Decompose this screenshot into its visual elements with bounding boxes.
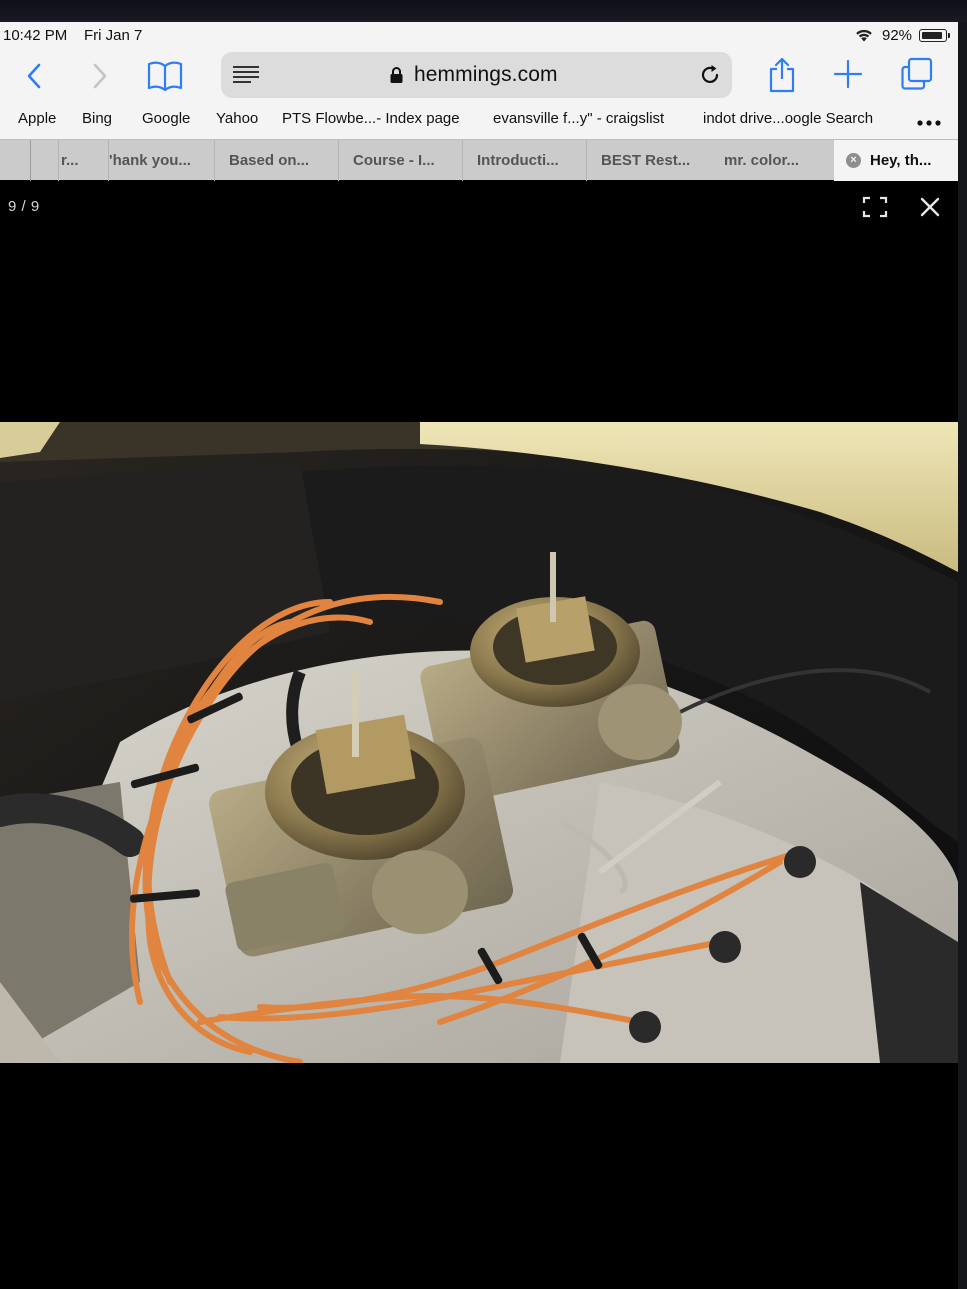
status-date: Fri Jan 7 (84, 27, 143, 44)
battery-icon (919, 29, 950, 42)
tab-4-label: Course - I... (353, 152, 435, 169)
address-bar[interactable]: hemmings.com (221, 52, 732, 98)
device-right-edge (958, 22, 967, 1289)
battery-fill (921, 31, 942, 39)
tab-2-label: 'hank you... (109, 152, 191, 169)
browser-toolbar: hemmings.com (0, 50, 958, 104)
favorite-indot-search[interactable]: indot drive...oogle Search (703, 110, 873, 127)
tab-8-active[interactable]: × Hey, th... (834, 140, 958, 181)
wifi-icon (856, 29, 872, 42)
favorite-google[interactable]: Google (142, 110, 190, 127)
forward-button[interactable] (86, 60, 114, 92)
tab-4[interactable]: Course - I... (338, 140, 462, 181)
ipad-screen: 10:42 PM Fri Jan 7 92% hemmings.com Appl… (0, 22, 958, 1289)
favorite-pts-flowbench[interactable]: PTS Flowbe...- Index page (282, 110, 460, 127)
url-text: hemmings.com (414, 63, 558, 86)
favorite-yahoo[interactable]: Yahoo (216, 110, 258, 127)
tab-5[interactable]: Introducti... (462, 140, 586, 181)
lock-icon (390, 67, 403, 83)
status-bar: 10:42 PM Fri Jan 7 92% (0, 22, 958, 48)
back-button[interactable] (20, 60, 48, 92)
safari-chrome: 10:42 PM Fri Jan 7 92% hemmings.com Appl… (0, 22, 958, 181)
tab-3-label: Based on... (229, 152, 310, 169)
battery-nub (948, 33, 950, 38)
tab-8-label: Hey, th... (870, 152, 932, 169)
plus-icon (833, 59, 863, 89)
tab-stack-edge[interactable] (0, 140, 30, 181)
reload-icon[interactable] (699, 64, 721, 86)
ellipsis-icon[interactable] (917, 120, 941, 126)
tab-3[interactable]: Based on... (214, 140, 338, 181)
tab-6-label: BEST Rest... (601, 152, 691, 169)
chevron-right-icon (93, 63, 107, 89)
reader-mode-icon[interactable] (233, 65, 259, 85)
favorite-apple[interactable]: Apple (18, 110, 56, 127)
tab-5-label: Introducti... (477, 152, 559, 169)
tabs-overview-button[interactable] (898, 55, 936, 93)
tab-7[interactable]: mr. color... (710, 140, 834, 181)
tab-2[interactable]: 'hank you... (108, 140, 214, 181)
battery-percent: 92% (882, 27, 913, 44)
status-time: 10:42 PM (3, 27, 68, 44)
tab-6[interactable]: BEST Rest... (586, 140, 710, 181)
share-icon (769, 57, 795, 93)
favorite-bing[interactable]: Bing (82, 110, 112, 127)
tab-7-label: mr. color... (724, 152, 800, 169)
image-counter: 9 / 9 (8, 198, 40, 215)
fullscreen-icon[interactable] (862, 196, 888, 218)
open-book-icon (147, 61, 183, 92)
close-icon[interactable] (918, 195, 942, 219)
tab-stack-edge-2[interactable] (30, 140, 58, 181)
tab-bar: r... 'hank you... Based on... Course - I… (0, 139, 958, 181)
tab-1[interactable]: r... (58, 140, 108, 181)
chevron-left-icon (27, 63, 41, 89)
new-tab-button[interactable] (830, 56, 866, 92)
bookmarks-button[interactable] (145, 56, 185, 96)
tab-1-label: r... (61, 152, 79, 169)
device-top-bezel (0, 0, 967, 22)
share-button[interactable] (764, 54, 800, 96)
tab-close-icon[interactable]: × (846, 153, 861, 168)
engine-photo-illustration (0, 422, 958, 1063)
engine-bay-photo (0, 422, 958, 1063)
favorites-bar: Apple Bing Google Yahoo PTS Flowbe...- I… (0, 104, 958, 134)
tabs-icon (901, 57, 933, 90)
favorite-evansville-craigslist[interactable]: evansville f...y" - craigslist (493, 110, 664, 127)
